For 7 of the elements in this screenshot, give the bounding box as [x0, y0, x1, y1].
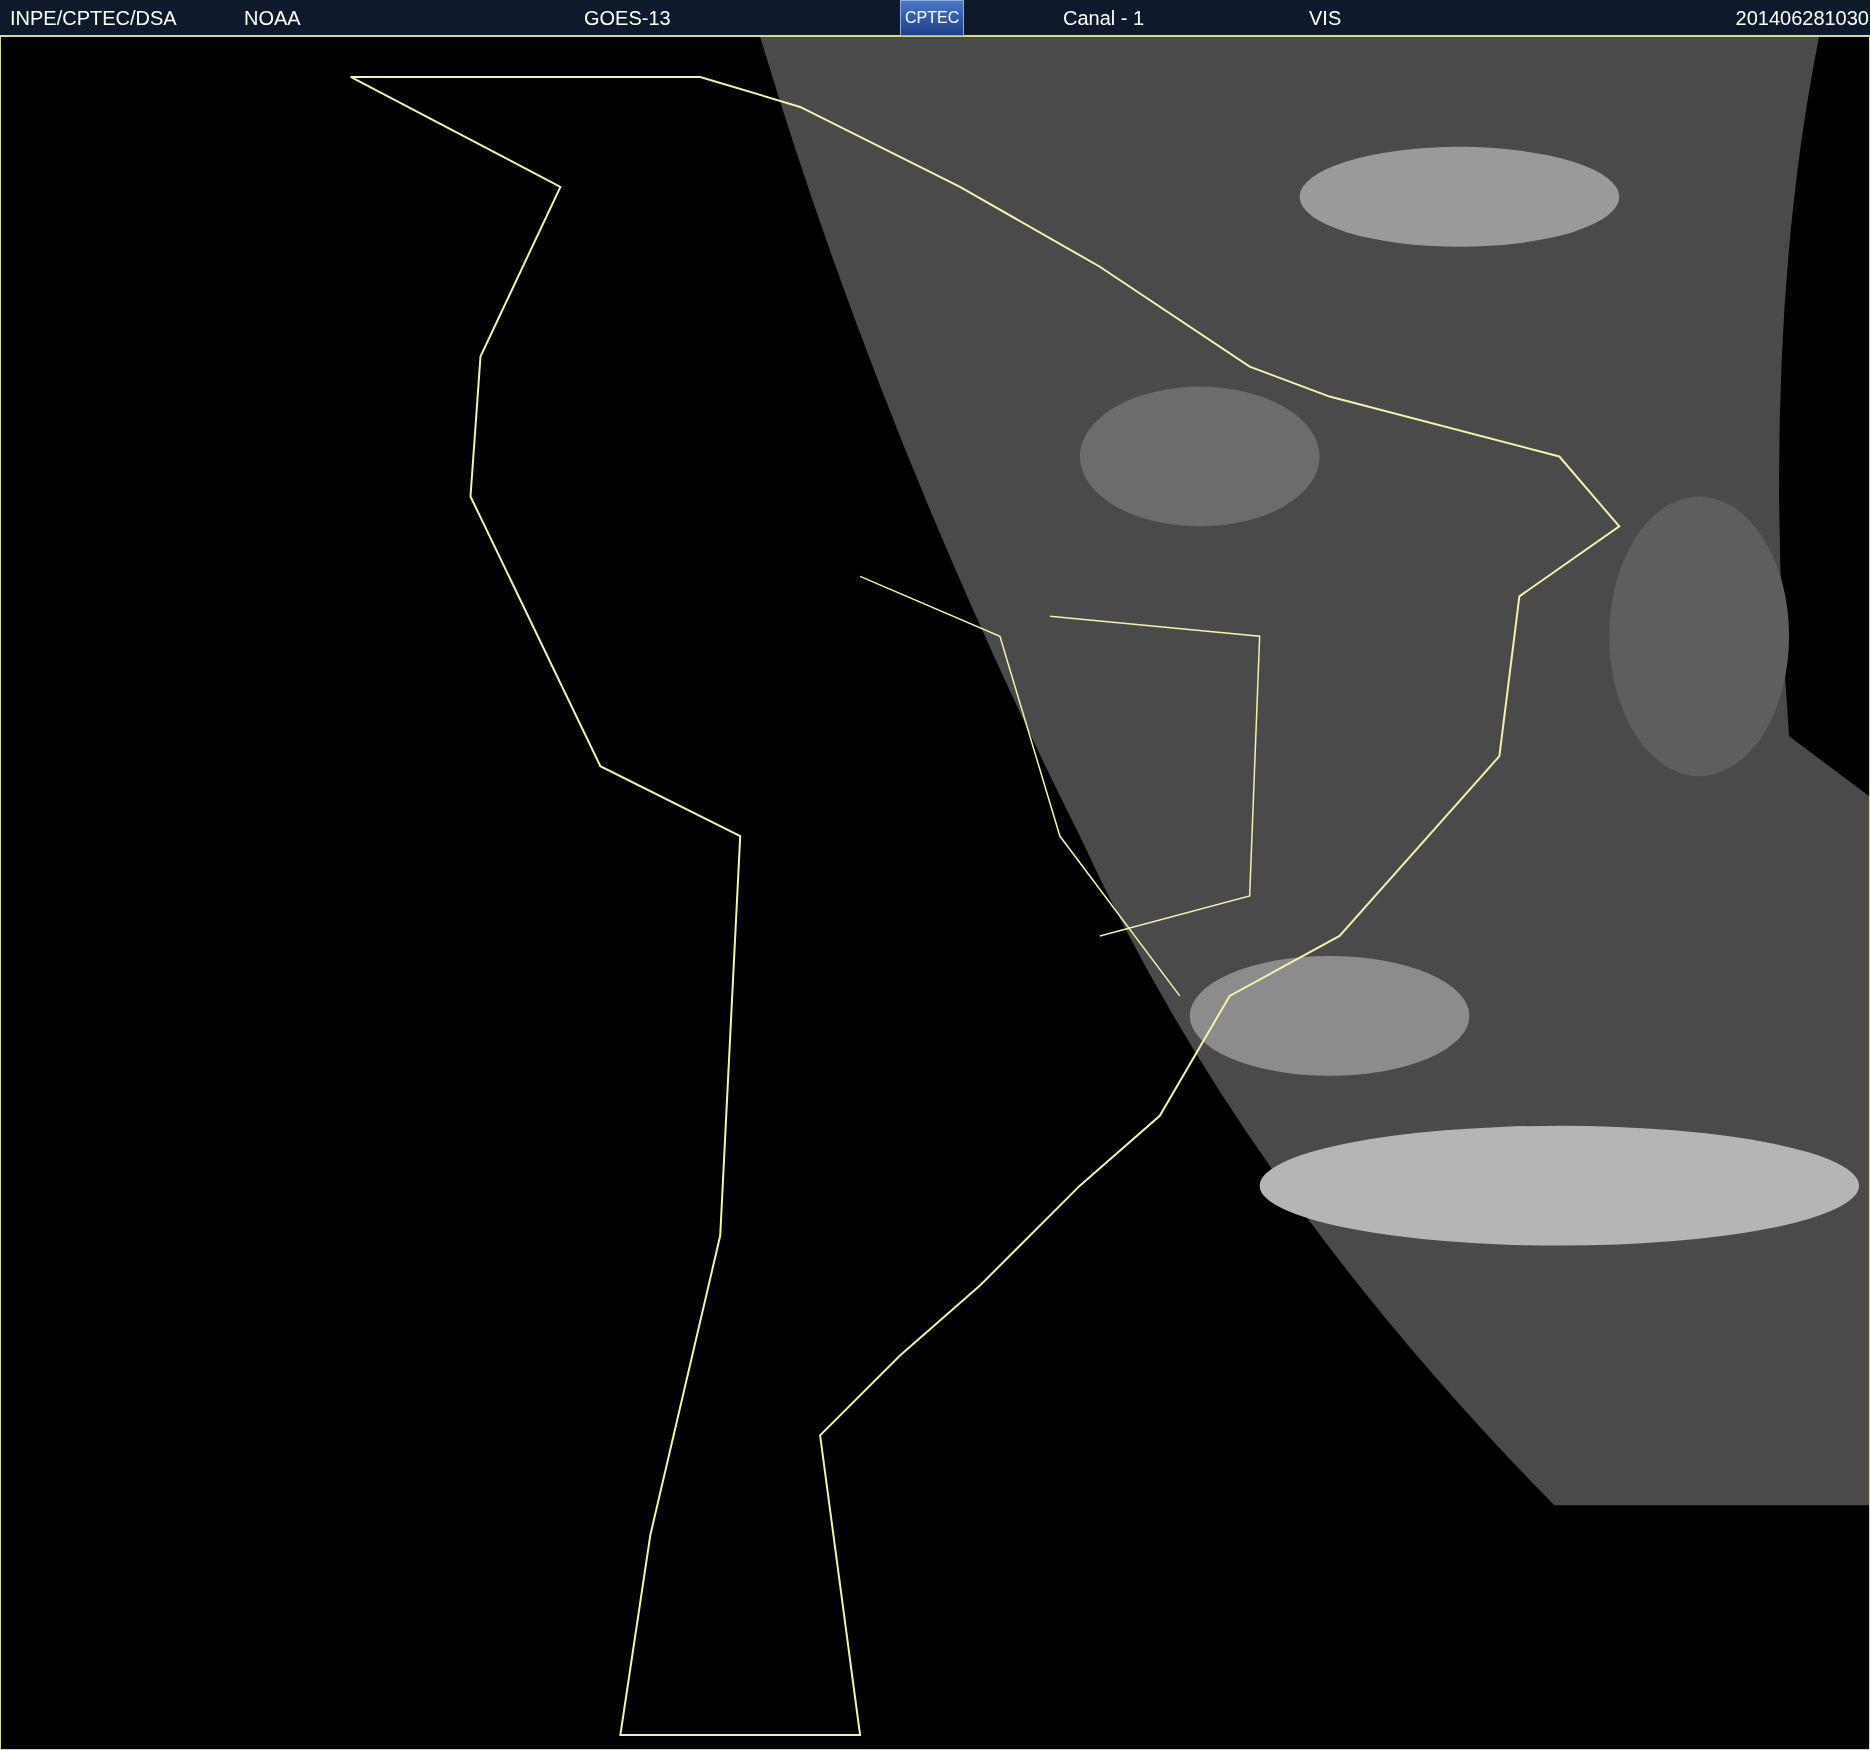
header-label: NOAA — [244, 6, 301, 29]
header-label: GOES-13 — [584, 6, 671, 29]
header-label: Canal - 1 — [1063, 6, 1145, 29]
header-label: 201406281030 — [1735, 6, 1869, 29]
header-label: VIS — [1309, 6, 1342, 29]
header-label: INPE/CPTEC/DSA — [10, 6, 177, 29]
logo: CPTEC — [900, 0, 965, 36]
